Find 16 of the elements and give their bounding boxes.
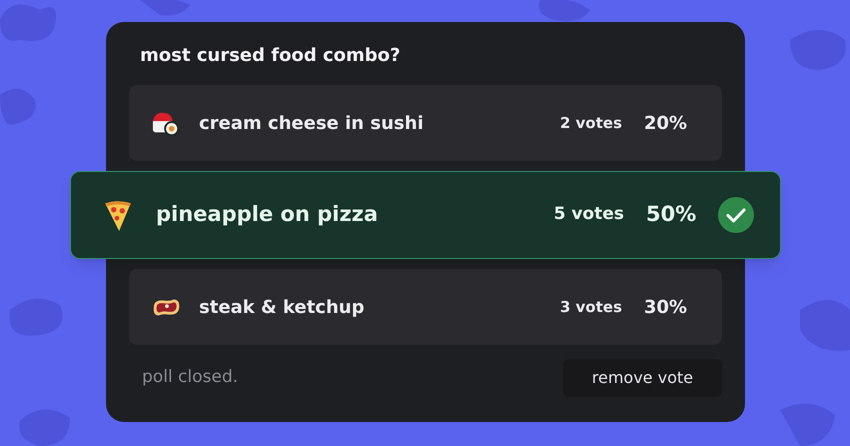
poll-question: most cursed food combo? [140,44,402,68]
poll-option[interactable]: pineapple on pizza 5 votes 50% [70,171,781,259]
remove-vote-button[interactable]: remove vote [563,359,722,397]
vote-count: 3 votes [560,296,622,318]
option-label: steak & ketchup [199,296,364,320]
vote-count: 5 votes [554,203,624,226]
vote-count: 2 votes [560,112,622,134]
option-label: pineapple on pizza [156,201,378,228]
vote-percent: 30% [644,296,688,320]
vote-percent: 20% [644,112,688,136]
poll-option[interactable]: steak & ketchup 3 votes 30% [129,269,722,345]
poll-option[interactable]: cream cheese in sushi 2 votes 20% [129,85,722,161]
poll-status: poll closed. [142,366,238,390]
check-icon [718,197,754,233]
vote-percent: 50% [646,201,698,228]
option-label: cream cheese in sushi [199,112,424,136]
